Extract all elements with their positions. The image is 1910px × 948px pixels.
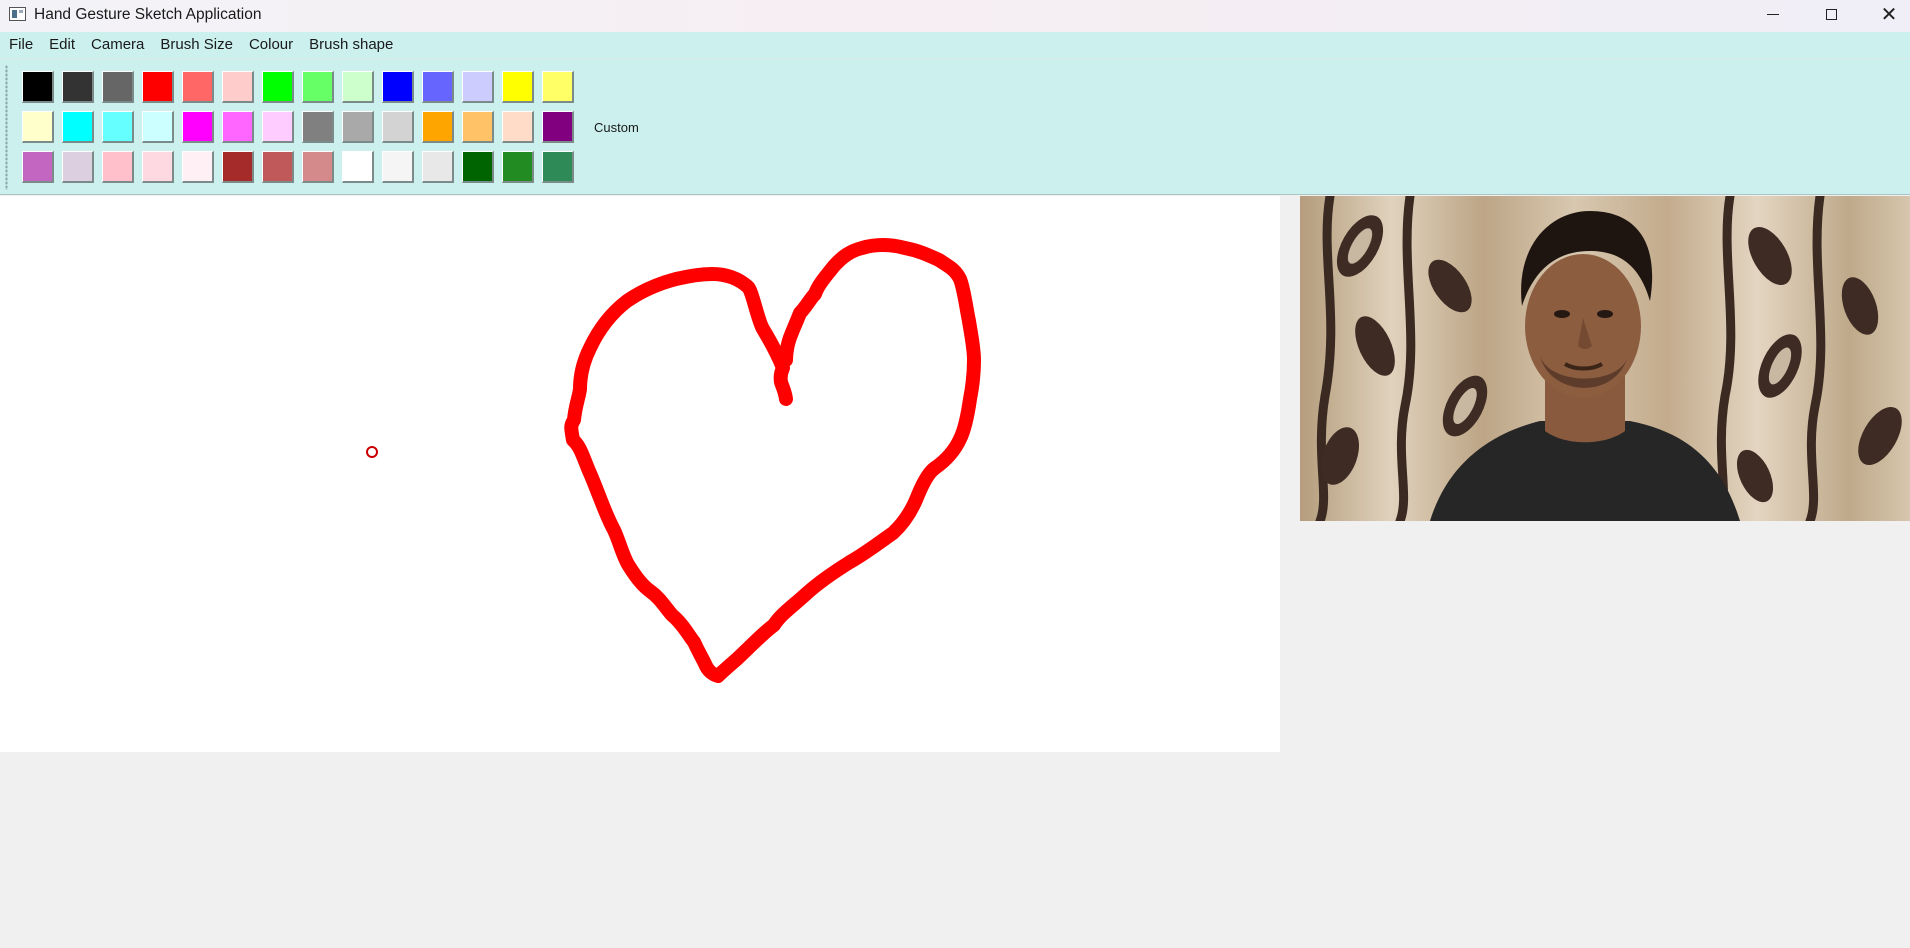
colour-swatch[interactable]	[262, 111, 294, 143]
colour-swatch[interactable]	[262, 151, 294, 183]
colour-swatch[interactable]	[502, 151, 534, 183]
colour-swatch[interactable]	[182, 111, 214, 143]
menu-edit[interactable]: Edit	[41, 32, 83, 58]
colour-swatch[interactable]	[262, 71, 294, 103]
colour-swatch[interactable]	[102, 111, 134, 143]
title-bar: Hand Gesture Sketch Application ✕	[0, 0, 1910, 32]
colour-swatch[interactable]	[462, 71, 494, 103]
colour-swatch[interactable]	[142, 151, 174, 183]
colour-swatch[interactable]	[182, 151, 214, 183]
colour-swatch[interactable]	[422, 151, 454, 183]
colour-swatch[interactable]	[462, 111, 494, 143]
colour-swatch[interactable]	[102, 151, 134, 183]
colour-swatch[interactable]	[302, 151, 334, 183]
colour-swatch[interactable]	[502, 111, 534, 143]
app-window-icon	[9, 7, 26, 21]
brush-cursor	[366, 446, 378, 458]
colour-swatch[interactable]	[502, 71, 534, 103]
close-button[interactable]: ✕	[1860, 0, 1910, 28]
minimize-button[interactable]	[1744, 0, 1802, 28]
colour-swatch[interactable]	[182, 71, 214, 103]
colour-swatch[interactable]	[22, 71, 54, 103]
colour-swatch[interactable]	[62, 111, 94, 143]
heart-drawing-stroke	[564, 238, 981, 683]
menu-bar: File Edit Camera Brush Size Colour Brush…	[0, 32, 1910, 58]
colour-swatch[interactable]	[542, 111, 574, 143]
colour-swatch[interactable]	[342, 111, 374, 143]
colour-swatch[interactable]	[422, 111, 454, 143]
colour-swatch[interactable]	[382, 71, 414, 103]
colour-toolbar: Custom	[0, 58, 1910, 195]
menu-colour[interactable]: Colour	[241, 32, 301, 58]
colour-swatch[interactable]	[62, 151, 94, 183]
drawing-canvas[interactable]	[0, 196, 1280, 752]
menu-brush-shape[interactable]: Brush shape	[301, 32, 401, 58]
colour-swatch[interactable]	[222, 151, 254, 183]
colour-swatch[interactable]	[102, 71, 134, 103]
menu-file[interactable]: File	[0, 32, 41, 58]
camera-feed-image	[1300, 196, 1910, 521]
colour-swatch[interactable]	[142, 111, 174, 143]
menu-brush-size[interactable]: Brush Size	[152, 32, 241, 58]
toolbar-grip-handle[interactable]	[5, 65, 8, 190]
colour-swatch[interactable]	[342, 151, 374, 183]
colour-swatch[interactable]	[222, 111, 254, 143]
colour-swatch[interactable]	[542, 71, 574, 103]
colour-swatch[interactable]	[422, 71, 454, 103]
camera-feed	[1300, 196, 1910, 521]
colour-swatch[interactable]	[462, 151, 494, 183]
custom-colour-button[interactable]: Custom	[594, 120, 639, 135]
menu-camera[interactable]: Camera	[83, 32, 152, 58]
colour-swatch[interactable]	[62, 71, 94, 103]
minimize-icon	[1767, 13, 1779, 15]
maximize-button[interactable]	[1802, 0, 1860, 28]
colour-swatch[interactable]	[222, 71, 254, 103]
drawing-surface[interactable]	[0, 196, 1280, 752]
colour-swatch[interactable]	[302, 111, 334, 143]
colour-swatch[interactable]	[22, 151, 54, 183]
colour-swatch[interactable]	[22, 111, 54, 143]
window-title: Hand Gesture Sketch Application	[34, 6, 262, 23]
maximize-icon	[1825, 8, 1837, 20]
colour-swatch[interactable]	[342, 71, 374, 103]
close-icon: ✕	[1880, 2, 1898, 26]
colour-swatch[interactable]	[302, 71, 334, 103]
colour-swatch[interactable]	[382, 111, 414, 143]
colour-swatch[interactable]	[382, 151, 414, 183]
colour-swatch[interactable]	[142, 71, 174, 103]
colour-swatch[interactable]	[542, 151, 574, 183]
